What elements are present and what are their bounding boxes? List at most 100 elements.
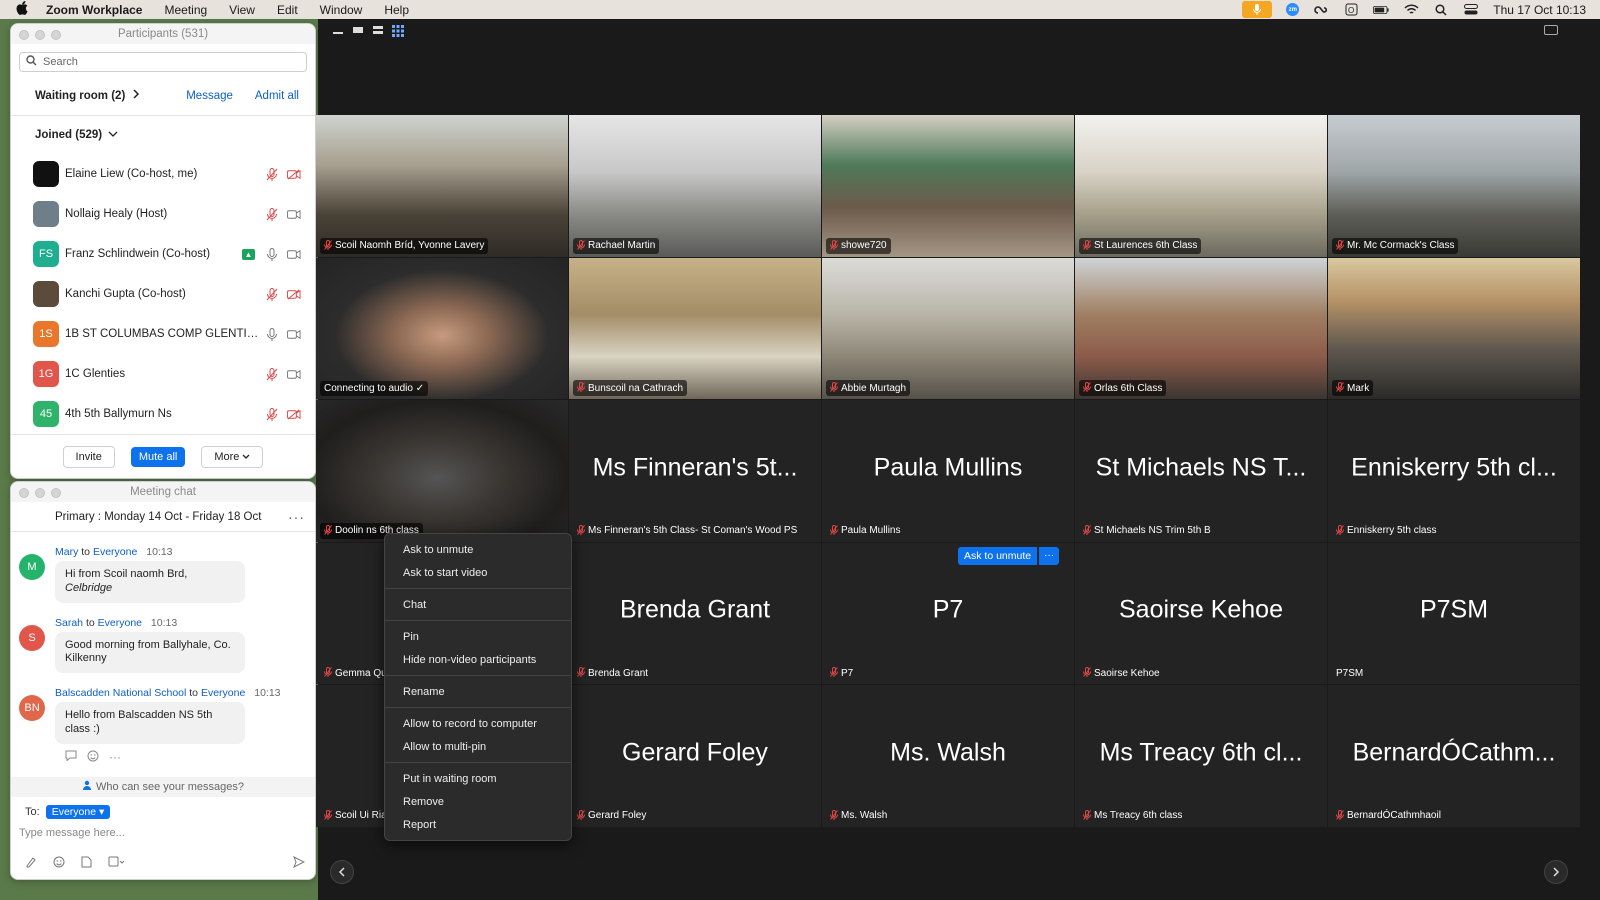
reply-icon[interactable]	[65, 750, 77, 765]
context-menu-item-ask-to-unmute[interactable]: Ask to unmute	[385, 538, 571, 561]
more-actions-icon[interactable]: ···	[109, 750, 121, 765]
participant-row[interactable]: 1S 1B ST COLUMBAS COMP GLENTIES...	[11, 314, 315, 354]
context-menu-item-chat[interactable]: Chat	[385, 593, 571, 616]
context-menu-item-pin[interactable]: Pin	[385, 625, 571, 648]
menu-window[interactable]: Window	[320, 3, 363, 17]
tile-more-options-button[interactable]: ···	[1039, 547, 1060, 565]
participant-row[interactable]: Kanchi Gupta (Co-host)	[11, 274, 315, 314]
control-center-icon[interactable]	[1463, 4, 1479, 16]
context-menu-item-allow-to-record-to-computer[interactable]: Allow to record to computer	[385, 712, 571, 735]
battery-icon[interactable]	[1373, 4, 1389, 16]
spotlight-search-icon[interactable]	[1433, 3, 1449, 16]
mic-muted-icon[interactable]	[265, 207, 279, 221]
speaker-view-icon[interactable]	[352, 25, 364, 40]
message-recipient[interactable]: Everyone	[201, 687, 245, 699]
more-options-icon[interactable]: ···	[288, 509, 305, 525]
send-icon[interactable]	[293, 855, 306, 871]
participant-row[interactable]: Nollaig Healy (Host)	[11, 194, 315, 234]
waiting-room-title[interactable]: Waiting room (2)	[35, 90, 125, 102]
invite-button[interactable]: Invite	[62, 445, 115, 468]
participant-search-input[interactable]: Search	[19, 52, 307, 72]
name-only-tile[interactable]: Ms Finneran's 5t... Ms Finneran's 5th Cla…	[569, 400, 821, 542]
name-only-tile[interactable]: Ms. Walsh Ms. Walsh	[822, 685, 1074, 827]
name-only-tile[interactable]: BernardÓCathm... BernardÓCathmhaoil	[1328, 685, 1580, 827]
file-attach-icon[interactable]	[81, 856, 92, 871]
name-only-tile[interactable]: Ms Treacy 6th cl... Ms Treacy 6th class	[1075, 685, 1327, 827]
video-tile[interactable]: Scoil Naomh Bríd, Yvonne Lavery	[316, 115, 568, 257]
participant-row[interactable]: 45 4th 5th Ballymurn Ns	[11, 394, 315, 434]
chevron-right-icon[interactable]	[133, 89, 140, 102]
minimize-view-icon[interactable]	[332, 25, 344, 40]
video-tile[interactable]: showe720	[822, 115, 1074, 257]
who-can-see-text[interactable]: Who can see your messages?	[96, 781, 244, 793]
mic-muted-icon[interactable]	[265, 167, 279, 181]
next-page-button[interactable]	[1544, 860, 1568, 884]
chat-message-input[interactable]: Type message here...	[11, 819, 315, 839]
name-only-tile[interactable]: Enniskerry 5th cl... Enniskerry 5th class	[1328, 400, 1580, 542]
name-only-tile[interactable]: Saoirse Kehoe Saoirse Kehoe	[1075, 542, 1327, 684]
context-menu-item-allow-to-multi-pin[interactable]: Allow to multi-pin	[385, 735, 571, 758]
screenshot-icon[interactable]	[108, 856, 125, 871]
context-menu-item-put-in-waiting-room[interactable]: Put in waiting room	[385, 767, 571, 790]
mic-muted-icon[interactable]	[265, 367, 279, 381]
message-sender[interactable]: Balscadden National School	[55, 687, 186, 699]
video-tile[interactable]: Rachael Martin	[569, 115, 821, 257]
context-menu-item-rename[interactable]: Rename	[385, 680, 571, 703]
add-reaction-icon[interactable]	[87, 750, 99, 765]
video-off-icon[interactable]	[287, 287, 301, 301]
video-tile[interactable]: Orlas 6th Class	[1075, 257, 1327, 399]
context-menu-item-remove[interactable]: Remove	[385, 790, 571, 813]
format-text-icon[interactable]	[25, 856, 37, 871]
name-only-tile[interactable]: Gerard Foley Gerard Foley	[569, 685, 821, 827]
creative-cloud-icon[interactable]	[1313, 4, 1329, 16]
context-menu-item-report[interactable]: Report	[385, 813, 571, 836]
mic-icon[interactable]	[1242, 1, 1273, 18]
name-only-tile[interactable]: P7SM P7SM	[1328, 542, 1580, 684]
mic-icon[interactable]	[265, 247, 279, 261]
admit-all-link[interactable]: Admit all	[255, 90, 299, 102]
close-window-button[interactable]	[19, 488, 29, 498]
message-waiting-link[interactable]: Message	[186, 90, 233, 102]
context-menu-item-ask-to-start-video[interactable]: Ask to start video	[385, 561, 571, 584]
name-only-tile[interactable]: St Michaels NS T... St Michaels NS Trim 5…	[1075, 400, 1327, 542]
video-off-icon[interactable]	[287, 167, 301, 181]
video-tile[interactable]: Bunscoil na Cathrach	[569, 257, 821, 399]
name-only-tile[interactable]: Brenda Grant Brenda Grant	[569, 542, 821, 684]
menu-bar-clock[interactable]: Thu 17 Oct 10:13	[1493, 3, 1586, 17]
participant-row[interactable]: 1G 1C Glenties	[11, 354, 315, 394]
apple-menu-icon[interactable]	[16, 1, 32, 18]
zoom-window-button[interactable]	[51, 30, 61, 40]
chevron-down-icon[interactable]	[108, 129, 118, 141]
recipient-dropdown[interactable]: Everyone ▾	[45, 804, 111, 819]
view-options-icon[interactable]	[1544, 25, 1558, 35]
mic-muted-icon[interactable]	[265, 407, 279, 421]
video-icon[interactable]	[287, 207, 301, 221]
video-tile[interactable]: St Laurences 6th Class	[1075, 115, 1327, 257]
participant-row[interactable]: FS Franz Schlindwein (Co-host) ▲	[11, 234, 315, 274]
video-tile[interactable]: Doolin ns 6th class	[316, 400, 568, 542]
minimize-window-button[interactable]	[35, 488, 45, 498]
waiting-room-row[interactable]: Waiting room (2) Message Admit all	[11, 76, 315, 116]
video-tile[interactable]: Mark	[1328, 257, 1580, 399]
joined-section-header[interactable]: Joined (529)	[11, 116, 315, 154]
participant-row[interactable]: Elaine Liew (Co-host, me)	[11, 154, 315, 194]
context-menu-item-hide-non-video-participants[interactable]: Hide non-video participants	[385, 648, 571, 671]
video-icon[interactable]	[287, 367, 301, 381]
menu-help[interactable]: Help	[384, 3, 409, 17]
menu-meeting[interactable]: Meeting	[164, 3, 207, 17]
message-sender[interactable]: Mary	[55, 546, 78, 558]
strip-view-icon[interactable]	[372, 25, 384, 40]
video-icon[interactable]	[287, 327, 301, 341]
name-only-tile[interactable]: Paula Mullins Paula Mullins	[822, 400, 1074, 542]
zoom-window-button[interactable]	[51, 488, 61, 498]
menu-edit[interactable]: Edit	[277, 3, 298, 17]
previous-page-button[interactable]	[330, 860, 354, 884]
mic-muted-icon[interactable]	[265, 287, 279, 301]
ask-to-unmute-button[interactable]: Ask to unmute	[958, 547, 1038, 565]
message-recipient[interactable]: Everyone	[93, 546, 137, 558]
close-window-button[interactable]	[19, 30, 29, 40]
minimize-window-button[interactable]	[35, 30, 45, 40]
emoji-icon[interactable]	[53, 856, 65, 871]
mic-icon[interactable]	[265, 327, 279, 341]
mute-all-button[interactable]: Mute all	[130, 446, 186, 467]
